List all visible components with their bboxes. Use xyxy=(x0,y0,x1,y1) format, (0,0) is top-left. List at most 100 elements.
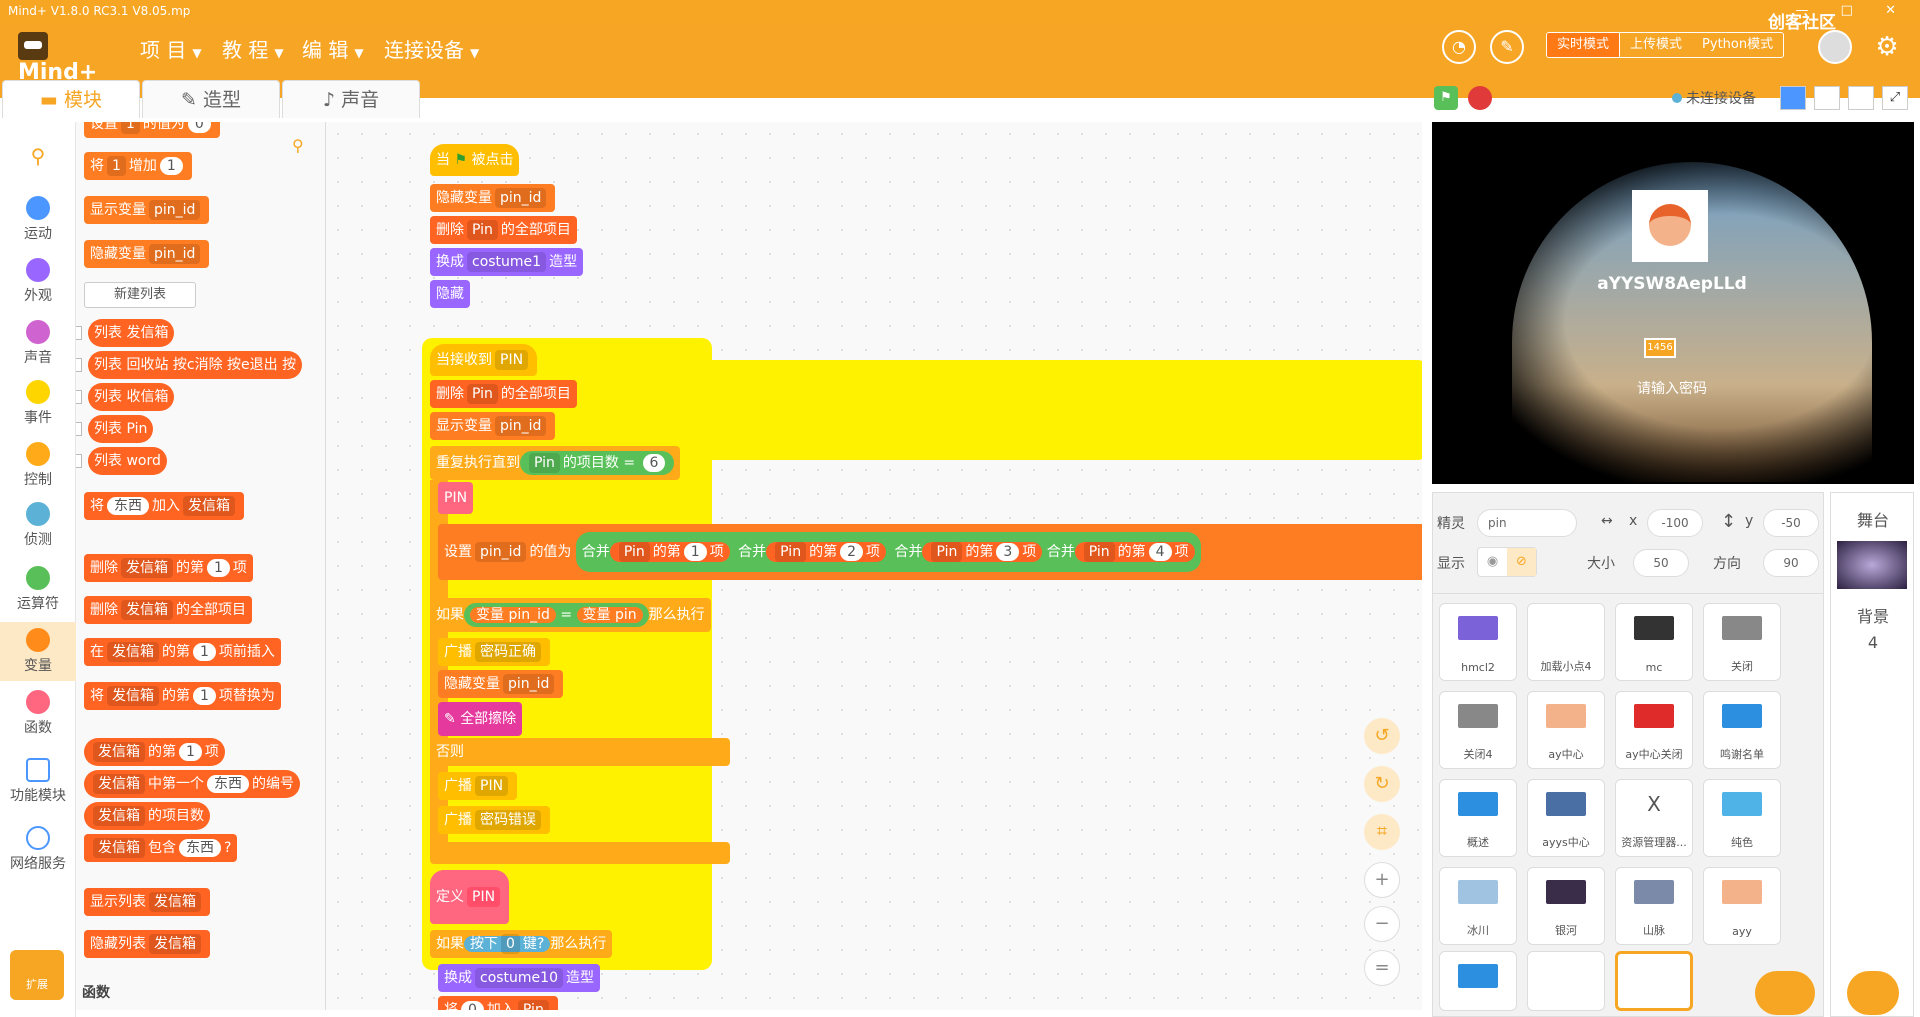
layout-medium-icon[interactable] xyxy=(1814,86,1840,110)
hide-var-block[interactable]: 隐藏变量 pin_id xyxy=(438,670,564,698)
list-reporter[interactable]: 列表 word xyxy=(88,447,167,475)
broadcast-ok-block[interactable]: 广播 密码正确 xyxy=(438,638,550,666)
item-of-list-block[interactable]: 发信箱 的第 1 项 xyxy=(84,738,225,766)
sprite-thumb[interactable]: X 资源管理器... xyxy=(1615,779,1693,857)
stage-canvas[interactable]: aYYSW8AepLLd 1456 请输入密码 xyxy=(1432,122,1914,484)
list-reporter[interactable]: 列表 收信箱 xyxy=(88,383,175,411)
sprite-thumb[interactable]: ay中心关闭 xyxy=(1615,691,1693,769)
size-input[interactable]: 50 xyxy=(1633,549,1689,577)
sprite-thumb[interactable]: mc xyxy=(1615,603,1693,681)
chart-icon[interactable]: ◔ xyxy=(1442,30,1476,64)
script-workspace[interactable]: 当 ⚑ 被点击 隐藏变量 pin_id 删除 Pin 的全部项目 换成 costume1… xyxy=(326,122,1422,1010)
crop-icon[interactable]: ⌗ xyxy=(1364,814,1400,850)
list-reporter[interactable]: 列表 Pin xyxy=(88,415,154,443)
broadcast-pin-block[interactable]: 广播 PIN xyxy=(438,772,518,800)
define-block[interactable]: 定义 PIN xyxy=(430,870,510,924)
list-checkbox[interactable] xyxy=(76,454,82,468)
sprite-thumb-selected[interactable] xyxy=(1615,951,1693,1011)
menu-edit[interactable]: 编 辑 ▼ xyxy=(302,34,364,63)
category-7[interactable]: 运算符 xyxy=(0,566,76,613)
pin-entry-box[interactable]: 1456 xyxy=(1644,338,1676,358)
sprite-thumb[interactable]: ay中心 xyxy=(1527,691,1605,769)
sprite-thumb[interactable]: 加载小点4 xyxy=(1527,603,1605,681)
delete-all-block[interactable]: 删除 发信箱 的全部项目 xyxy=(84,596,252,624)
x-input[interactable]: -100 xyxy=(1647,509,1703,537)
category-10[interactable]: 功能模块 xyxy=(0,758,76,805)
category-4[interactable]: 事件 xyxy=(0,380,76,427)
if-key-block[interactable]: 如果 按下 0 键? 那么执行 xyxy=(430,930,613,958)
undo-icon[interactable]: ↺ xyxy=(1364,718,1400,754)
category-9[interactable]: 函数 xyxy=(0,690,76,737)
delete-all-block[interactable]: 删除 Pin 的全部项目 xyxy=(430,380,577,408)
show-var-block[interactable]: 显示变量 pin_id xyxy=(84,196,210,224)
set-pin-id-block[interactable]: 设置 pin_id 的值为 合并 Pin 的第 1 项 合并 Pin 的第 2 项 合并 Pin 的第 3… xyxy=(438,524,1422,580)
category-8[interactable]: 变量 xyxy=(0,622,76,681)
sprite-thumb[interactable]: 纯色 xyxy=(1703,779,1781,857)
device-status[interactable]: 未连接设备 xyxy=(1672,88,1756,108)
sprite-thumb[interactable]: 概述 xyxy=(1439,779,1517,857)
category-3[interactable]: 声音 xyxy=(0,320,76,367)
fullscreen-icon[interactable]: ⤢ xyxy=(1882,86,1908,110)
menu-connect-device[interactable]: 连接设备 ▼ xyxy=(384,34,479,63)
menu-tutorial[interactable]: 教 程 ▼ xyxy=(222,34,284,63)
pen-clear-block[interactable]: ✎ 全部擦除 xyxy=(438,702,523,736)
search-icon[interactable]: ⚲ xyxy=(0,144,76,168)
list-contains-block[interactable]: 发信箱 包含 东西? xyxy=(84,834,238,862)
switch-costume-block[interactable]: 换成 costume1 造型 xyxy=(430,248,584,276)
show-list-block[interactable]: 显示列表 发信箱 xyxy=(84,888,210,916)
add-to-list-block[interactable]: 将东西 加入 发信箱 xyxy=(84,492,244,520)
repeat-until-block[interactable]: 重复执行直到 Pin 的项目数 = 6 xyxy=(430,446,681,480)
show-var-block[interactable]: 显示变量 pin_id xyxy=(430,412,556,440)
y-input[interactable]: -50 xyxy=(1763,509,1819,537)
edit-icon[interactable]: ✎ xyxy=(1490,30,1524,64)
list-reporter[interactable]: 列表 发信箱 xyxy=(88,319,175,347)
when-flag-clicked-block[interactable]: 当 ⚑ 被点击 xyxy=(430,144,520,176)
sprite-thumb[interactable]: 鸣谢名单 xyxy=(1703,691,1781,769)
pin-icon[interactable]: ⚲ xyxy=(292,136,304,155)
broadcast-wrong-block[interactable]: 广播 密码错误 xyxy=(438,806,550,834)
category-2[interactable]: 外观 xyxy=(0,258,76,305)
sprite-thumb[interactable]: 山脉 xyxy=(1615,867,1693,945)
stop-button[interactable] xyxy=(1468,86,1492,110)
tab-blocks[interactable]: ▬ 模块 xyxy=(2,80,140,118)
add-sprite-button[interactable] xyxy=(1755,971,1815,1015)
sprite-thumb[interactable] xyxy=(1439,951,1517,1011)
user-avatar[interactable] xyxy=(1818,30,1852,64)
tab-costumes[interactable]: ✎ 造型 xyxy=(142,80,280,118)
switch-costume-block[interactable]: 换成 costume10 造型 xyxy=(438,964,600,992)
item-number-block[interactable]: 发信箱 中第一个 东西 的编号 xyxy=(84,770,300,798)
when-receive-block[interactable]: 当接收到 PIN xyxy=(430,344,538,376)
sprite-thumb[interactable]: ayys中心 xyxy=(1527,779,1605,857)
hide-var-block[interactable]: 隐藏变量 pin_id xyxy=(430,184,556,212)
list-checkbox[interactable] xyxy=(76,326,82,340)
add-backdrop-button[interactable] xyxy=(1847,971,1899,1015)
direction-input[interactable]: 90 xyxy=(1763,549,1819,577)
new-list-button[interactable]: 新建列表 xyxy=(84,282,196,308)
list-length-block[interactable]: 发信箱 的项目数 xyxy=(84,802,210,830)
set-var-block[interactable]: 设置 1 的值为 0 xyxy=(84,122,220,138)
category-5[interactable]: 控制 xyxy=(0,442,76,489)
delete-all-block[interactable]: 删除 Pin 的全部项目 xyxy=(430,216,577,244)
insert-item-block[interactable]: 在发信箱 的第 1 项前插入 xyxy=(84,638,281,666)
change-var-block[interactable]: 将 1 增加 1 xyxy=(84,152,192,180)
hide-list-block[interactable]: 隐藏列表 发信箱 xyxy=(84,930,210,958)
green-flag-button[interactable]: ⚑ xyxy=(1434,86,1458,110)
hide-block[interactable]: 隐藏 xyxy=(430,280,470,308)
mode-python[interactable]: Python模式 xyxy=(1692,33,1783,57)
mode-realtime[interactable]: 实时模式 xyxy=(1547,33,1621,57)
zoom-reset-icon[interactable]: = xyxy=(1364,950,1400,986)
sprite-thumb[interactable]: 关闭 xyxy=(1703,603,1781,681)
sprite-name-input[interactable]: pin xyxy=(1477,509,1577,537)
sprite-thumb[interactable] xyxy=(1527,951,1605,1011)
layout-small-icon[interactable] xyxy=(1780,86,1806,110)
call-pin-block[interactable]: PIN xyxy=(438,482,474,514)
redo-icon[interactable]: ↻ xyxy=(1364,766,1400,802)
gear-icon[interactable]: ⚙ xyxy=(1870,30,1904,64)
zoom-in-icon[interactable]: + xyxy=(1364,862,1400,898)
hide-var-block[interactable]: 隐藏变量 pin_id xyxy=(84,240,210,268)
category-6[interactable]: 侦测 xyxy=(0,502,76,549)
zoom-out-icon[interactable]: − xyxy=(1364,906,1400,942)
tab-sounds[interactable]: ♪ 声音 xyxy=(282,80,420,118)
list-checkbox[interactable] xyxy=(76,358,82,372)
sprite-thumb[interactable]: 冰川 xyxy=(1439,867,1517,945)
